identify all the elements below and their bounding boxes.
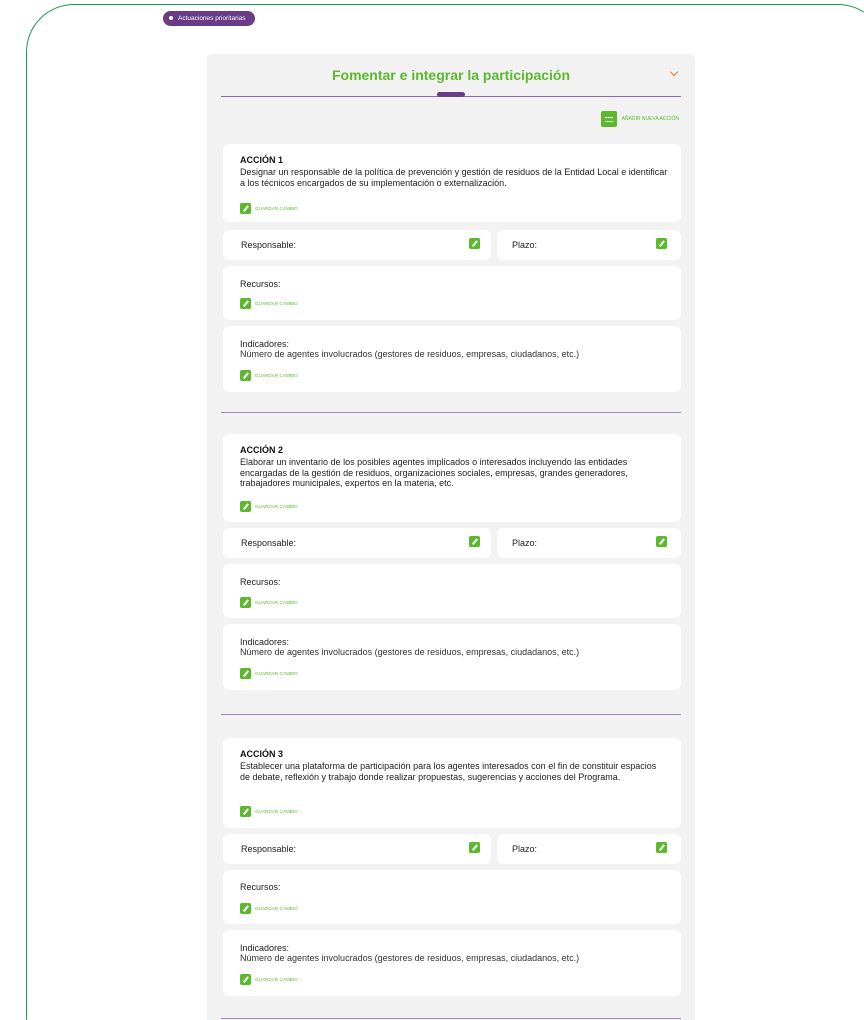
panel-title: Fomentar e integrar la participación: [331, 67, 571, 83]
plazo-label: Plazo:: [512, 538, 538, 548]
responsable-field[interactable]: Responsable:: [223, 230, 491, 260]
save-button[interactable]: GUARDAR CAMBIO: [240, 298, 298, 309]
action-description: Establecer una plataforma de participaci…: [240, 761, 657, 782]
section-divider: [221, 1018, 681, 1019]
indicadores-label: Indicadores:: [240, 339, 290, 349]
action-card: ACCIÓN 1 Designar un responsable de la p…: [223, 144, 681, 222]
save-label: GUARDAR CAMBIO: [255, 671, 298, 676]
save-label: GUARDAR CAMBIO: [255, 977, 298, 982]
title-accent-bar: [437, 92, 465, 97]
save-label: GUARDAR CAMBIO: [255, 373, 298, 378]
plazo-label: Plazo:: [512, 844, 538, 854]
save-label: GUARDAR CAMBIO: [255, 504, 298, 509]
pencil-icon[interactable]: [469, 536, 480, 547]
save-label: GUARDAR CAMBIO: [255, 906, 298, 911]
recursos-label: Recursos:: [240, 577, 281, 587]
recursos-field: Recursos: GUARDAR CAMBIO: [223, 870, 681, 924]
pencil-icon[interactable]: [656, 842, 667, 853]
pencil-icon: [240, 298, 251, 309]
responsable-field[interactable]: Responsable:: [223, 528, 491, 558]
save-button[interactable]: GUARDAR CAMBIO: [240, 597, 298, 608]
plazo-field[interactable]: Plazo:: [497, 230, 681, 260]
pencil-icon: [240, 501, 251, 512]
indicator-text: Número de agentes involucrados (gestores…: [240, 953, 580, 963]
save-button[interactable]: GUARDAR CAMBIO: [240, 370, 298, 381]
add-list-icon: [600, 111, 617, 127]
plazo-label: Plazo:: [512, 240, 538, 250]
pencil-icon[interactable]: [469, 238, 480, 249]
recursos-label: Recursos:: [240, 279, 281, 289]
action-description: Designar un responsable de la política d…: [240, 167, 668, 188]
responsable-label: Responsable:: [241, 240, 297, 250]
plazo-field[interactable]: Plazo:: [497, 834, 681, 864]
save-button[interactable]: GUARDAR CAMBIO: [240, 668, 298, 679]
recursos-label: Recursos:: [240, 882, 281, 892]
save-label: GUARDAR CAMBIO: [255, 206, 298, 211]
objective-panel: Fomentar e integrar la participación AÑA…: [207, 54, 695, 1020]
action-title: ACCIÓN 2: [240, 445, 284, 455]
section-tag-label: Actuaciones prioritarias: [178, 15, 246, 22]
plazo-field[interactable]: Plazo:: [497, 528, 681, 558]
responsable-field[interactable]: Responsable:: [223, 834, 491, 864]
add-action-label: AÑADIR NUEVA ACCIÓN: [621, 116, 679, 122]
indicator-text: Número de agentes involucrados (gestores…: [240, 349, 580, 359]
save-button[interactable]: GUARDAR CAMBIO: [240, 806, 298, 817]
pencil-icon: [240, 974, 251, 985]
pencil-icon[interactable]: [656, 238, 667, 249]
save-button[interactable]: GUARDAR CAMBIO: [240, 903, 298, 914]
action-title: ACCIÓN 1: [240, 155, 284, 165]
responsable-label: Responsable:: [241, 844, 297, 854]
save-label: GUARDAR CAMBIO: [255, 600, 298, 605]
add-action-button[interactable]: AÑADIR NUEVA ACCIÓN: [600, 111, 679, 127]
save-label: GUARDAR CAMBIO: [255, 301, 298, 306]
indicadores-label: Indicadores:: [240, 637, 290, 647]
action-card: ACCIÓN 2 Elaborar un inventario de los p…: [223, 434, 681, 522]
indicadores-field: Indicadores: Número de agentes involucra…: [223, 930, 681, 996]
pencil-icon: [240, 597, 251, 608]
save-button[interactable]: GUARDAR CAMBIO: [240, 203, 298, 214]
indicadores-field: Indicadores: Número de agentes involucra…: [223, 624, 681, 690]
save-label: GUARDAR CAMBIO: [255, 809, 298, 814]
section-divider: [221, 412, 681, 413]
pencil-icon: [240, 370, 251, 381]
recursos-field: Recursos: GUARDAR CAMBIO: [223, 266, 681, 320]
section-tag[interactable]: Actuaciones prioritarias: [163, 11, 255, 26]
responsable-label: Responsable:: [241, 538, 297, 548]
indicator-text: Número de agentes involucrados (gestores…: [240, 647, 580, 657]
pencil-icon: [240, 668, 251, 679]
action-title: ACCIÓN 3: [240, 749, 284, 759]
bullet-icon: [169, 16, 173, 21]
section-divider: [221, 714, 681, 715]
recursos-field: Recursos: GUARDAR CAMBIO: [223, 564, 681, 618]
pencil-icon[interactable]: [656, 536, 667, 547]
pencil-icon: [240, 903, 251, 914]
action-description: Elaborar un inventario de los posibles a…: [240, 457, 628, 488]
pencil-icon[interactable]: [469, 842, 480, 853]
save-button[interactable]: GUARDAR CAMBIO: [240, 501, 298, 512]
action-card: ACCIÓN 3 Establecer una plataforma de pa…: [223, 738, 681, 828]
indicadores-label: Indicadores:: [240, 943, 290, 953]
pencil-icon: [240, 203, 251, 214]
pencil-icon: [240, 806, 251, 817]
indicadores-field: Indicadores: Número de agentes involucra…: [223, 326, 681, 392]
save-button[interactable]: GUARDAR CAMBIO: [240, 974, 298, 985]
